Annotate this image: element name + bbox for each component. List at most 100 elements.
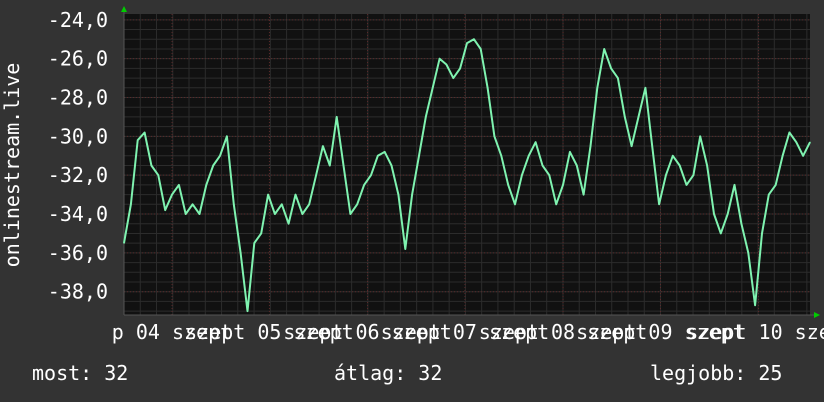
data-point [459, 67, 461, 69]
average-value-label: átlag: 32 [334, 361, 443, 385]
data-point [137, 139, 139, 141]
data-point [576, 164, 578, 167]
data-point [390, 164, 393, 167]
data-point [514, 203, 516, 205]
data-point [288, 223, 290, 225]
data-point [246, 310, 249, 312]
data-point [171, 194, 173, 196]
data-point [624, 116, 626, 118]
data-point [541, 164, 544, 167]
y-tick-label: -36,0 [48, 241, 108, 265]
data-point [535, 141, 537, 143]
data-point [775, 184, 777, 186]
data-point [562, 184, 564, 186]
data-point [466, 42, 468, 44]
data-point [370, 174, 372, 176]
data-point [205, 184, 207, 186]
data-point [788, 131, 791, 134]
data-point [315, 174, 317, 176]
y-tick-label: -24,0 [48, 8, 108, 32]
data-point [672, 155, 674, 157]
y-tick-label: -26,0 [48, 47, 108, 71]
data-point [809, 141, 811, 143]
data-point [329, 164, 331, 167]
data-point [281, 203, 283, 205]
data-point [603, 48, 605, 50]
data-point [685, 184, 688, 186]
data-point [713, 213, 715, 215]
data-point [658, 203, 660, 205]
data-point [342, 164, 345, 167]
y-tick-label: -34,0 [48, 202, 108, 226]
data-point [487, 87, 489, 89]
y-tick-label: -32,0 [48, 163, 108, 187]
data-point [555, 203, 557, 205]
data-point [164, 209, 166, 211]
data-point [260, 232, 262, 234]
data-point [699, 135, 701, 137]
data-point [720, 232, 722, 234]
data-point [507, 184, 509, 186]
data-point [356, 203, 358, 205]
data-point [363, 184, 365, 186]
data-point [425, 116, 427, 118]
data-point [130, 203, 132, 205]
data-point [692, 174, 695, 176]
data-point [548, 174, 550, 176]
data-point [754, 304, 756, 306]
data-point [727, 213, 729, 215]
data-point [596, 87, 598, 89]
data-point [267, 194, 269, 196]
data-point [473, 38, 475, 40]
y-axis-label: onlinestream.live [0, 63, 24, 268]
data-point [493, 135, 495, 137]
x-tick-labels: p 04 szeptszept 05 szeptszept 06 szeptsz… [112, 320, 824, 344]
data-point [521, 174, 523, 176]
data-point [336, 116, 338, 118]
data-point [802, 155, 804, 157]
data-point [219, 155, 221, 157]
data-point [637, 116, 640, 118]
data-point [226, 135, 228, 137]
data-point [583, 194, 585, 196]
data-point [631, 145, 633, 147]
data-point [480, 48, 482, 50]
data-point [198, 213, 201, 215]
data-point [795, 141, 797, 143]
best-value-label: legjobb: 25 [650, 361, 783, 385]
data-point [439, 58, 441, 60]
y-tick-label: -28,0 [48, 86, 108, 110]
data-point [589, 145, 592, 147]
data-point [644, 87, 647, 89]
data-point [123, 242, 125, 244]
data-point [377, 155, 379, 157]
data-point [617, 77, 619, 79]
y-tick-label: -38,0 [48, 280, 108, 304]
data-point [782, 155, 784, 157]
data-point [150, 164, 152, 167]
data-point [761, 232, 763, 234]
data-point [569, 151, 571, 153]
data-point [452, 77, 454, 79]
data-point [418, 155, 420, 157]
data-point [185, 213, 187, 215]
y-tick-label: -30,0 [48, 124, 108, 148]
data-point [274, 213, 276, 215]
data-point [651, 145, 653, 147]
data-point [294, 194, 297, 196]
data-point [384, 151, 386, 153]
line-chart: -24,0 -26,0 -28,0 -30,0 -32,0 -34,0 -36,0 -38,0… [0, 0, 824, 402]
data-point [610, 67, 612, 69]
data-point [768, 194, 770, 196]
data-point [432, 87, 434, 89]
data-point [253, 242, 255, 244]
data-point [500, 155, 502, 157]
data-point [144, 131, 146, 134]
data-point [178, 184, 180, 186]
data-point [445, 63, 447, 66]
data-point [665, 174, 667, 176]
data-point [528, 155, 530, 157]
data-point [212, 164, 214, 167]
data-point [679, 164, 681, 167]
data-point [240, 252, 242, 254]
